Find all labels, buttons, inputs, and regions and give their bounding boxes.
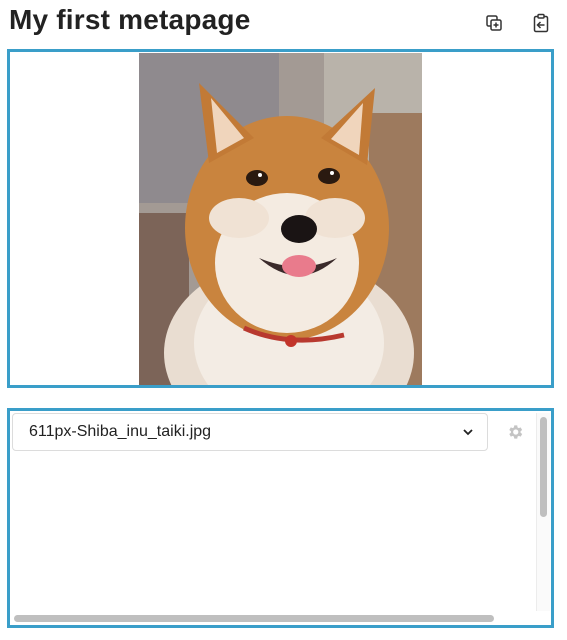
horizontal-scrollbar-thumb[interactable] — [14, 615, 494, 622]
image-panel — [7, 49, 554, 388]
page-title: My first metapage — [9, 4, 251, 35]
file-select-dropdown[interactable]: 611px-Shiba_inu_taiki.jpg — [12, 413, 488, 451]
horizontal-scrollbar[interactable] — [12, 612, 536, 624]
vertical-scrollbar[interactable] — [536, 413, 550, 611]
copy-add-icon[interactable] — [484, 12, 504, 34]
gear-icon[interactable] — [506, 423, 524, 441]
vertical-scrollbar-thumb[interactable] — [540, 417, 547, 517]
dog-photo — [139, 53, 422, 385]
file-selector-panel: 611px-Shiba_inu_taiki.jpg — [7, 408, 554, 628]
chevron-down-icon — [463, 429, 473, 436]
selected-file-name: 611px-Shiba_inu_taiki.jpg — [29, 423, 212, 440]
clipboard-import-icon[interactable] — [531, 12, 551, 34]
